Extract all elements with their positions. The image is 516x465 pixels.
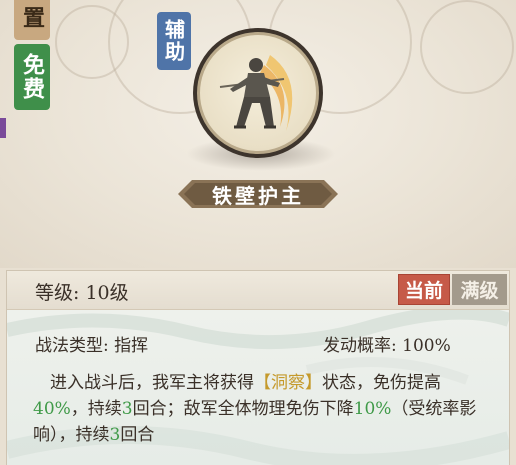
tactic-type-label: 战法类型: bbox=[35, 336, 109, 356]
effect-part-4: 回合；敌军全体物理免伤下降 bbox=[132, 399, 354, 419]
role-tag-label: 辅助 bbox=[161, 19, 186, 63]
damage-reduction-value: 40% bbox=[33, 399, 71, 419]
skill-name-banner: 铁壁护主 bbox=[178, 178, 338, 210]
effect-text: 进入战斗后，我军主将获得【洞察】状态，免伤提高40%，持续3回合；敌军全体物理免… bbox=[33, 370, 483, 448]
effect-part-2: 状态，免伤提高 bbox=[322, 373, 441, 393]
position-tag-label: 置 bbox=[19, 6, 45, 30]
tab-current-level[interactable]: 当前 bbox=[398, 274, 450, 305]
trigger-rate-label: 发动概率: bbox=[323, 336, 397, 356]
skill-name: 铁壁护主 bbox=[212, 183, 304, 208]
skill-description: 战法类型: 指挥 发动概率: 100% 进入战斗后，我军主将获得【洞察】状态，免… bbox=[7, 310, 509, 465]
tactic-type: 战法类型: 指挥 bbox=[35, 331, 148, 356]
effect-part-6: 回合 bbox=[120, 425, 155, 445]
duration-value-2: 3 bbox=[109, 425, 121, 445]
effect-part-3: ，持续 bbox=[70, 399, 122, 419]
enemy-reduction-value: 10% bbox=[353, 399, 392, 419]
duration-value-1: 3 bbox=[121, 399, 133, 419]
role-tag: 辅助 bbox=[157, 12, 191, 70]
tactic-type-value: 指挥 bbox=[114, 336, 149, 356]
status-keyword: 【洞察】 bbox=[254, 373, 322, 393]
skill-detail-panel: 等级: 10级 当前 满级 战法类型: 指挥 发动概率: 100% 进入战斗后，… bbox=[6, 270, 510, 465]
effect-part-1: 进入战斗后，我军主将获得 bbox=[50, 373, 254, 393]
level-bar: 等级: 10级 当前 满级 bbox=[7, 271, 509, 310]
edge-marker bbox=[0, 118, 6, 138]
position-tag: 置 bbox=[14, 0, 50, 40]
tab-max-level[interactable]: 满级 bbox=[452, 274, 507, 305]
free-tag: 免费 bbox=[14, 44, 50, 110]
level-value: 10级 bbox=[85, 282, 129, 304]
trigger-rate: 发动概率: 100% bbox=[323, 331, 451, 356]
free-tag-label: 免费 bbox=[19, 53, 45, 101]
level-display: 等级: 10级 bbox=[35, 278, 129, 305]
trigger-rate-value: 100% bbox=[402, 336, 451, 356]
ornament-cloud-right bbox=[420, 0, 514, 94]
skill-portrait[interactable] bbox=[193, 28, 323, 158]
warrior-portrait-icon bbox=[197, 32, 319, 154]
ornament-cloud-left bbox=[55, 5, 129, 79]
level-label: 等级: bbox=[35, 282, 80, 304]
